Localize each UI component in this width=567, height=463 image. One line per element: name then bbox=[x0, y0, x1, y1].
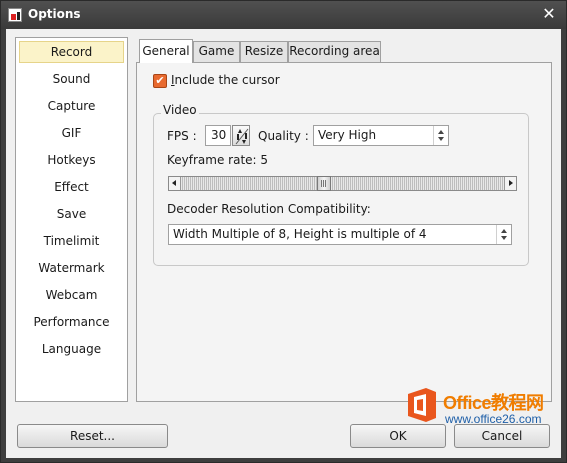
slider-left-arrow-icon[interactable] bbox=[169, 177, 181, 190]
checkmark-icon: ✔ bbox=[155, 74, 165, 87]
keyframe-rate-label: Keyframe rate: 5 bbox=[167, 153, 269, 167]
fps-label: FPS : bbox=[167, 129, 197, 143]
office-logo-icon bbox=[408, 388, 436, 422]
quality-label: Quality : bbox=[258, 129, 309, 143]
include-cursor-text: nclude the cursor bbox=[174, 73, 280, 87]
spinner-arrows-icon bbox=[235, 128, 249, 145]
sidebar-item-timelimit[interactable]: Timelimit bbox=[19, 230, 124, 252]
sidebar-item-sound[interactable]: Sound bbox=[19, 68, 124, 90]
keyframe-rate-slider[interactable] bbox=[168, 176, 517, 191]
category-list: Record Sound Capture GIF Hotkeys Effect … bbox=[15, 37, 128, 402]
reset-button[interactable]: Reset... bbox=[17, 424, 168, 448]
include-cursor-label[interactable]: Include the cursor bbox=[171, 73, 280, 87]
decoder-compat-value: Width Multiple of 8, Height is multiple … bbox=[173, 227, 427, 241]
quality-select[interactable]: Very High bbox=[313, 125, 449, 146]
video-group-title: Video bbox=[161, 103, 199, 117]
tab-resize[interactable]: Resize bbox=[240, 41, 288, 62]
decoder-compat-label: Decoder Resolution Compatibility: bbox=[167, 202, 371, 216]
close-icon: ✕ bbox=[542, 4, 556, 23]
fps-input[interactable]: 30 bbox=[205, 125, 231, 146]
sidebar-item-performance[interactable]: Performance bbox=[19, 311, 124, 333]
fps-spinner[interactable] bbox=[232, 125, 250, 146]
updown-arrows-icon bbox=[433, 126, 448, 145]
sidebar-item-capture[interactable]: Capture bbox=[19, 95, 124, 117]
app-icon bbox=[8, 8, 22, 22]
slider-thumb[interactable] bbox=[317, 176, 331, 191]
quality-value: Very High bbox=[318, 128, 377, 142]
slider-right-arrow-icon[interactable] bbox=[504, 177, 516, 190]
sidebar-item-save[interactable]: Save bbox=[19, 203, 124, 225]
decoder-compat-select[interactable]: Width Multiple of 8, Height is multiple … bbox=[168, 224, 512, 245]
sidebar-item-gif[interactable]: GIF bbox=[19, 122, 124, 144]
title-bar[interactable]: Options ✕ bbox=[1, 1, 566, 29]
window-title: Options bbox=[28, 7, 81, 21]
sidebar-item-watermark[interactable]: Watermark bbox=[19, 257, 124, 279]
close-button[interactable]: ✕ bbox=[540, 5, 558, 23]
include-cursor-checkbox[interactable]: ✔ bbox=[153, 74, 167, 88]
tab-game[interactable]: Game bbox=[193, 41, 240, 62]
sidebar-item-effect[interactable]: Effect bbox=[19, 176, 124, 198]
site-watermark: Office教程网 www.office26.com bbox=[401, 381, 561, 429]
sidebar-item-hotkeys[interactable]: Hotkeys bbox=[19, 149, 124, 171]
tab-general[interactable]: General bbox=[139, 39, 193, 63]
sidebar-item-language[interactable]: Language bbox=[19, 338, 124, 360]
general-tab-panel: ✔ Include the cursor Video FPS : 30 Qual… bbox=[136, 62, 552, 402]
sidebar-item-record[interactable]: Record bbox=[19, 41, 124, 63]
updown-arrows-icon bbox=[496, 225, 511, 244]
tab-recording-area[interactable]: Recording area bbox=[288, 41, 381, 62]
sidebar-item-webcam[interactable]: Webcam bbox=[19, 284, 124, 306]
options-window: Options ✕ Record Sound Capture GIF Hotke… bbox=[0, 0, 567, 463]
watermark-url: www.office26.com bbox=[445, 412, 542, 426]
